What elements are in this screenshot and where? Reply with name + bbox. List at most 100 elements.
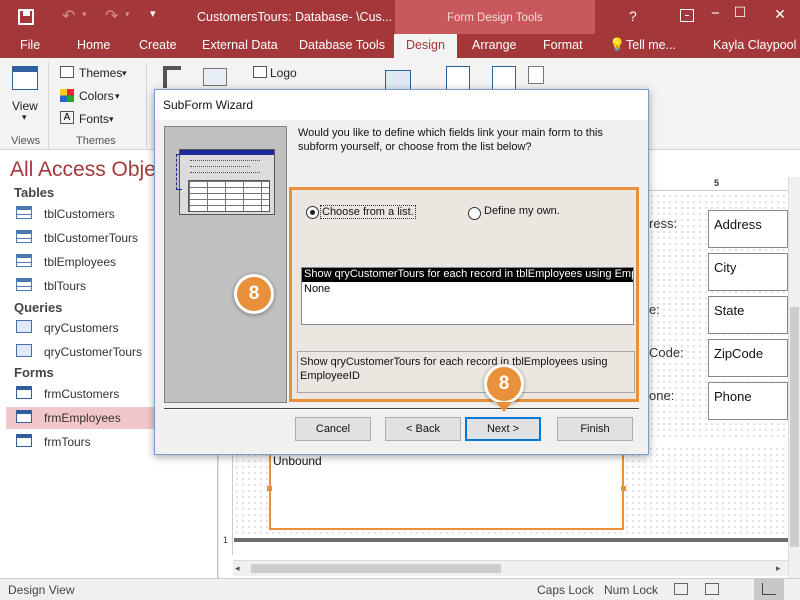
define-my-own-label[interactable]: Define my own. bbox=[484, 205, 560, 217]
close-button[interactable]: ✕ bbox=[765, 6, 795, 23]
field-label[interactable]: e: bbox=[649, 302, 660, 317]
views-group-label: Views bbox=[11, 135, 41, 147]
tab-external-data[interactable]: External Data bbox=[202, 38, 278, 52]
resize-handle[interactable] bbox=[267, 486, 272, 491]
image-icon[interactable] bbox=[203, 68, 227, 86]
field-label[interactable]: ress: bbox=[649, 216, 677, 231]
view-button[interactable]: View bbox=[12, 99, 38, 113]
nav-section-tables[interactable]: Tables bbox=[14, 185, 54, 200]
view-dropdown-icon[interactable]: ▾ bbox=[22, 112, 27, 123]
save-icon[interactable] bbox=[18, 9, 34, 25]
add-fields-icon[interactable] bbox=[385, 70, 411, 90]
view-icon[interactable] bbox=[12, 66, 38, 90]
step-callout-badge: 8 bbox=[234, 274, 274, 314]
logo-icon bbox=[253, 66, 267, 78]
wizard-preview-image bbox=[164, 126, 287, 403]
nav-item-label: tblEmployees bbox=[44, 255, 117, 269]
field-label[interactable]: one: bbox=[649, 388, 674, 403]
link-options-list[interactable]: Show qryCustomerTours for each record in… bbox=[301, 267, 634, 325]
undo-dropdown-icon[interactable]: ▾ bbox=[82, 9, 87, 20]
subform-wizard-dialog: SubForm Wizard Would you like to define … bbox=[154, 89, 649, 455]
layout-view-icon[interactable] bbox=[705, 583, 719, 595]
scrollbar-thumb[interactable] bbox=[790, 307, 799, 547]
cancel-button[interactable]: Cancel bbox=[295, 417, 371, 441]
themes-button[interactable]: Themes bbox=[79, 66, 122, 80]
help-button[interactable]: ? bbox=[629, 8, 637, 24]
redo-icon[interactable]: ↷ bbox=[105, 6, 118, 26]
tab-home[interactable]: Home bbox=[77, 38, 110, 52]
step-callout-badge: 8 bbox=[484, 364, 524, 404]
themes-dropdown-icon[interactable]: ▾ bbox=[122, 68, 127, 79]
form-icon bbox=[16, 410, 32, 423]
tab-database-tools[interactable]: Database Tools bbox=[299, 38, 385, 52]
colors-dropdown-icon[interactable]: ▾ bbox=[115, 91, 120, 102]
colors-button[interactable]: Colors bbox=[79, 89, 114, 103]
scrollbar-left-arrow[interactable]: ◂ bbox=[235, 563, 240, 574]
form-view-icon[interactable] bbox=[674, 583, 688, 595]
nav-item-label: frmCustomers bbox=[44, 387, 120, 401]
tell-me-box[interactable]: Tell me... bbox=[626, 38, 676, 52]
restore-button[interactable]: ☐ bbox=[725, 4, 755, 21]
user-name[interactable]: Kayla Claypool bbox=[713, 38, 796, 52]
fonts-button[interactable]: Fonts bbox=[79, 112, 109, 126]
tab-create[interactable]: Create bbox=[139, 38, 177, 52]
scrollbar-right-arrow[interactable]: ▸ bbox=[776, 563, 781, 574]
ribbon-divider bbox=[48, 62, 49, 148]
tab-format[interactable]: Format bbox=[543, 38, 583, 52]
tab-arrange[interactable]: Arrange bbox=[472, 38, 516, 52]
resize-handle[interactable] bbox=[621, 486, 626, 491]
nav-section-forms[interactable]: Forms bbox=[14, 365, 54, 380]
list-item[interactable]: None bbox=[304, 283, 330, 295]
context-tab-group-label: Form Design Tools bbox=[447, 12, 543, 24]
redo-dropdown-icon[interactable]: ▾ bbox=[125, 9, 130, 20]
dialog-separator bbox=[164, 408, 639, 410]
state-field[interactable]: State bbox=[708, 296, 788, 334]
list-item[interactable]: Show qryCustomerTours for each record in… bbox=[302, 268, 633, 282]
define-my-own-radio[interactable] bbox=[468, 207, 481, 220]
dialog-title: SubForm Wizard bbox=[155, 90, 648, 120]
table-icon bbox=[16, 206, 32, 219]
section-bottom-border bbox=[234, 538, 788, 542]
address-field[interactable]: Address bbox=[708, 210, 788, 248]
finish-button[interactable]: Finish bbox=[557, 417, 633, 441]
window-title: CustomersTours: Database- \Cus... bbox=[197, 10, 393, 24]
highlight-box: Choose from a list. Define my own. Show … bbox=[289, 187, 639, 402]
tab-file[interactable]: File bbox=[20, 38, 40, 52]
query-icon bbox=[16, 344, 32, 357]
tools-icon[interactable] bbox=[163, 66, 181, 88]
nav-item-label: tblCustomerTours bbox=[44, 231, 139, 245]
ribbon-divider bbox=[146, 62, 147, 148]
horizontal-ruler: 5 bbox=[649, 177, 800, 191]
city-field[interactable]: City bbox=[708, 253, 788, 291]
phone-field[interactable]: Phone bbox=[708, 382, 788, 420]
right-scrollbar[interactable] bbox=[788, 177, 800, 578]
table-icon bbox=[16, 254, 32, 267]
scrollbar-thumb[interactable] bbox=[251, 564, 501, 573]
query-icon bbox=[16, 320, 32, 333]
nav-item-label: qryCustomers bbox=[44, 321, 119, 335]
zipcode-field[interactable]: ZipCode bbox=[708, 339, 788, 377]
design-view-icon[interactable] bbox=[754, 579, 784, 600]
minimize-button[interactable]: − bbox=[711, 5, 720, 22]
ribbon-display-button[interactable] bbox=[680, 9, 694, 22]
qat-customize-icon[interactable]: ▾ bbox=[150, 7, 156, 20]
wizard-question: Would you like to define which fields li… bbox=[298, 127, 603, 153]
fonts-dropdown-icon[interactable]: ▾ bbox=[109, 114, 114, 125]
lightbulb-icon: 💡 bbox=[609, 37, 626, 52]
context-tab-band: Form Design Tools bbox=[395, 0, 595, 34]
nav-item-label: tblCustomers bbox=[44, 207, 115, 221]
choose-from-list-radio[interactable] bbox=[306, 206, 319, 219]
back-button[interactable]: < Back bbox=[385, 417, 461, 441]
colors-icon bbox=[60, 89, 74, 102]
bottom-scrollbar[interactable]: ◂ ▸ bbox=[233, 560, 788, 576]
choose-from-list-label[interactable]: Choose from a list. bbox=[320, 205, 416, 219]
subform-control[interactable]: Unbound bbox=[267, 450, 626, 530]
field-label[interactable]: Code: bbox=[649, 345, 684, 360]
nav-section-queries[interactable]: Queries bbox=[14, 300, 62, 315]
tab-design[interactable]: Design bbox=[394, 34, 457, 58]
nav-pane-title[interactable]: All Access Obje bbox=[10, 158, 160, 182]
subform-icon[interactable] bbox=[528, 66, 544, 84]
undo-icon[interactable]: ↶ bbox=[62, 6, 75, 26]
next-button[interactable]: Next > bbox=[465, 417, 541, 441]
logo-button[interactable]: Logo bbox=[270, 66, 297, 80]
